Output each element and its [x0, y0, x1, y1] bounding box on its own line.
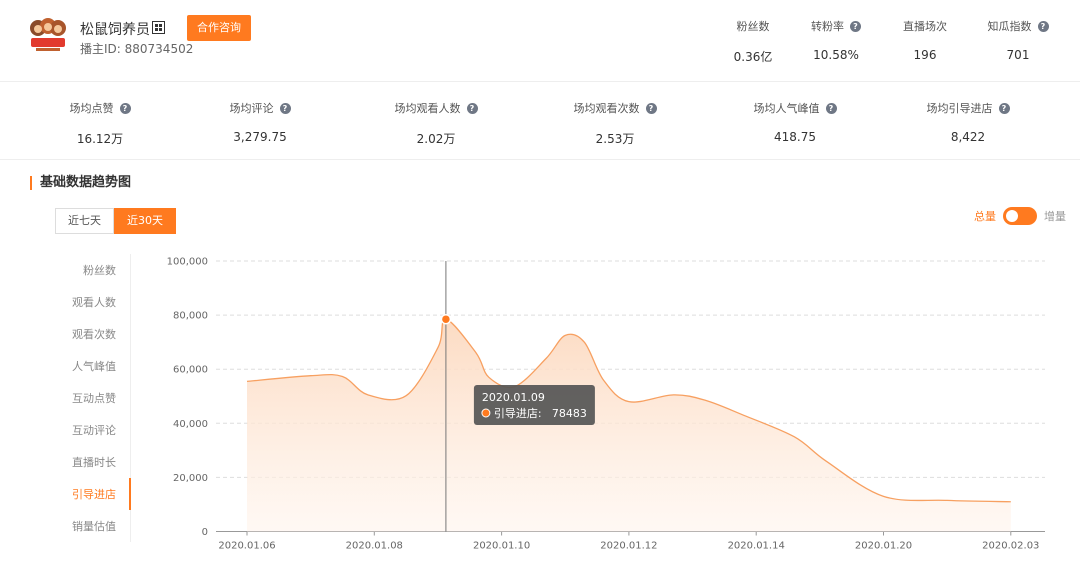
range-tabs: 近七天 近30天: [55, 208, 176, 234]
menu-item-likes[interactable]: 互动点赞: [72, 390, 116, 406]
stat-label: 直播场次: [903, 20, 947, 33]
x-tick-label: 2020.01.12: [600, 541, 657, 552]
metric-label: 场均人气峰值?: [725, 100, 865, 116]
stat-zhigua-index: 知瓜指数? 701: [980, 18, 1056, 62]
metric-value: 418.75: [774, 130, 816, 144]
stat-fans: 粉丝数 0.36亿: [723, 18, 783, 65]
stat-value: 10.58%: [813, 48, 859, 62]
trend-chart: 0 20,000 40,000 60,000 80,000 100,000 2020.01…: [167, 257, 1045, 552]
stat-value: 196: [913, 48, 937, 62]
x-tick-label: 2020.01.08: [346, 541, 403, 552]
y-tick-label: 80,000: [173, 311, 208, 322]
x-axis: 2020.01.06 2020.01.08 2020.01.10 2020.01.12…: [218, 531, 1039, 552]
metric-value: 3,279.75: [233, 130, 287, 144]
toggle-label-increment[interactable]: 增量: [1044, 208, 1066, 224]
menu-item-fans[interactable]: 粉丝数: [83, 262, 116, 278]
y-axis: 0 20,000 40,000 60,000 80,000 100,000: [167, 257, 208, 539]
stat-label: 粉丝数: [736, 20, 770, 33]
x-tick-label: 2020.01.20: [855, 541, 912, 552]
x-tick-label: 2020.01.06: [218, 541, 275, 552]
chart-tooltip: 2020.01.09 引导进店: 78483: [473, 385, 595, 425]
stat-label: 转粉率?: [800, 18, 872, 34]
menu-item-sales-estimate[interactable]: 销量估值: [72, 518, 116, 534]
metrics-row: 场均点赞? 16.12万 场均评论? 3,279.75 场均观看人数? 2.02…: [0, 82, 1080, 160]
help-icon[interactable]: ?: [850, 21, 861, 32]
toggle-switch[interactable]: [1003, 207, 1037, 225]
metric-avg-store-visits: 场均引导进店? 8,422: [898, 100, 1038, 144]
section-title: 基础数据趋势图: [30, 176, 131, 190]
metric-value: 2.02万: [416, 132, 456, 146]
menu-item-comments[interactable]: 互动评论: [72, 422, 116, 438]
help-icon[interactable]: ?: [645, 103, 657, 114]
y-tick-label: 0: [202, 527, 208, 538]
metric-label: 场均引导进店?: [898, 100, 1038, 116]
menu-item-peak[interactable]: 人气峰值: [72, 358, 116, 374]
metric-avg-comments: 场均评论? 3,279.75: [200, 100, 320, 144]
y-tick-label: 40,000: [173, 419, 208, 430]
help-icon[interactable]: ?: [1037, 21, 1049, 32]
stat-conversion: 转粉率? 10.58%: [800, 18, 872, 62]
y-tick-label: 100,000: [167, 257, 208, 268]
help-icon[interactable]: ?: [279, 103, 291, 114]
tooltip-label: 引导进店:: [494, 406, 542, 420]
tab-last-30-days[interactable]: 近30天: [114, 208, 176, 234]
help-icon[interactable]: ?: [119, 103, 131, 114]
y-tick-label: 60,000: [173, 365, 208, 376]
x-tick-label: 2020.01.14: [728, 541, 785, 552]
stat-live-count: 直播场次 196: [890, 18, 960, 62]
menu-item-viewers[interactable]: 观看人数: [72, 294, 116, 310]
badge-icon[interactable]: [152, 21, 165, 34]
metric-label: 场均观看次数?: [545, 100, 685, 116]
x-tick-label: 2020.01.10: [473, 541, 530, 552]
menu-active-indicator: [129, 478, 131, 510]
metric-label: 场均点赞?: [40, 100, 160, 116]
toggle-knob: [1006, 210, 1018, 222]
metric-value: 8,422: [950, 130, 986, 144]
menu-item-store-visits[interactable]: 引导进店: [72, 486, 116, 502]
menu-item-duration[interactable]: 直播时长: [72, 454, 116, 470]
x-tick-label: 2020.02.03: [982, 541, 1039, 552]
metric-label: 场均观看人数?: [366, 100, 506, 116]
help-icon[interactable]: ?: [998, 103, 1010, 114]
metric-value: 2.53万: [595, 132, 635, 146]
metric-label: 场均评论?: [200, 100, 320, 116]
stat-value: 0.36亿: [733, 50, 773, 64]
metric-value: 16.12万: [76, 132, 124, 146]
metric-avg-likes: 场均点赞? 16.12万: [40, 100, 160, 147]
tooltip-date: 2020.01.09: [482, 391, 545, 404]
tab-last-7-days[interactable]: 近七天: [55, 208, 114, 234]
tooltip-series-dot: [481, 408, 491, 418]
metric-avg-views: 场均观看次数? 2.53万: [545, 100, 685, 147]
help-icon[interactable]: ?: [825, 103, 837, 114]
cooperate-button[interactable]: 合作咨询: [187, 15, 251, 41]
total-increment-toggle: 总量 增量: [974, 207, 1066, 225]
menu-item-views[interactable]: 观看次数: [72, 326, 116, 342]
stat-value: 701: [1006, 48, 1030, 62]
metric-side-menu: 粉丝数 观看人数 观看次数 人气峰值 互动点赞 互动评论 直播时长 引导进店 销…: [0, 254, 131, 542]
toggle-label-total[interactable]: 总量: [974, 208, 996, 224]
data-point-highlight[interactable]: [440, 313, 452, 325]
y-tick-label: 20,000: [173, 473, 208, 484]
host-name: 松鼠饲养员: [80, 22, 150, 38]
metric-avg-viewers: 场均观看人数? 2.02万: [366, 100, 506, 147]
host-id: 播主ID: 880734502: [80, 42, 194, 56]
host-logo-icon: [30, 18, 66, 51]
tooltip-value: 78483: [552, 407, 587, 420]
host-header: 松鼠饲养员 播主ID: 880734502 合作咨询 粉丝数 0.36亿 转粉率…: [0, 0, 1080, 82]
stat-label: 知瓜指数?: [980, 18, 1056, 34]
metric-avg-peak: 场均人气峰值? 418.75: [725, 100, 865, 144]
help-icon[interactable]: ?: [466, 103, 478, 114]
